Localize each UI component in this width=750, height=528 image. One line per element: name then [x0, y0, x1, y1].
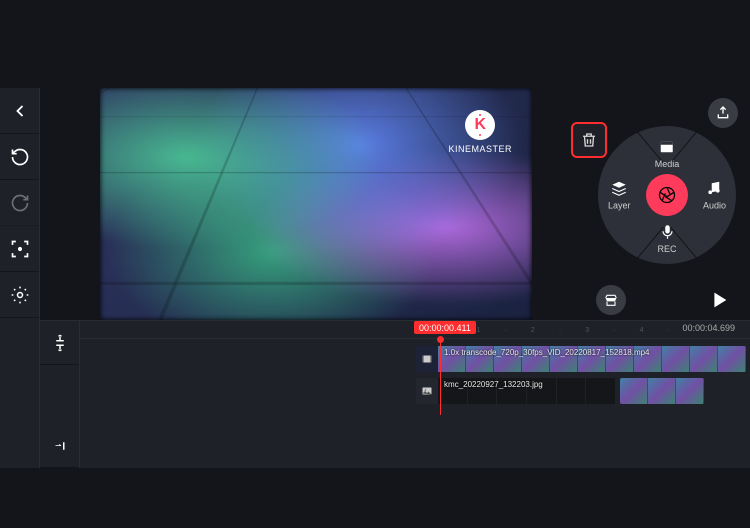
right-controls: Media Audio REC Layer — [582, 88, 750, 320]
wheel-layer-label: Layer — [608, 201, 631, 211]
redo-button[interactable] — [0, 180, 39, 226]
play-button[interactable] — [702, 283, 736, 317]
timeline-jump-button[interactable] — [40, 424, 79, 468]
store-button[interactable] — [596, 285, 626, 315]
wheel-layer-button[interactable]: Layer — [608, 180, 631, 211]
left-toolbar — [0, 88, 40, 468]
action-wheel: Media Audio REC Layer — [598, 126, 736, 264]
wheel-rec-label: REC — [657, 244, 676, 254]
export-button[interactable] — [708, 98, 738, 128]
kinemaster-logo-icon: K — [465, 110, 495, 140]
watermark-brand: KINEMASTER — [448, 144, 512, 154]
watermark: K KINEMASTER — [448, 110, 512, 154]
video-clip-icon — [416, 346, 438, 372]
wheel-audio-button[interactable]: Audio — [703, 180, 726, 211]
video-preview[interactable]: K KINEMASTER — [100, 88, 532, 320]
capture-button[interactable] — [0, 226, 39, 272]
image-clip-icon — [416, 378, 438, 404]
audio-icon — [705, 180, 723, 198]
ruler-marks: ·1·2·3·4· — [450, 327, 670, 333]
mic-icon — [658, 223, 676, 241]
undo-button[interactable] — [0, 134, 39, 180]
store-icon — [603, 292, 619, 308]
wheel-center-button[interactable] — [646, 174, 688, 216]
timeline-toolbar — [40, 321, 80, 468]
video-clip[interactable]: 1.0x transcode_720p_30fps_VID_20220817_1… — [416, 346, 746, 372]
wheel-media-button[interactable]: Media — [655, 138, 680, 169]
play-icon — [708, 289, 730, 311]
settings-button[interactable] — [0, 272, 39, 318]
wheel-audio-label: Audio — [703, 201, 726, 211]
wheel-rec-button[interactable]: REC — [657, 223, 676, 254]
media-icon — [658, 138, 676, 156]
timeline-adjust-button[interactable] — [40, 321, 79, 365]
layer-icon — [610, 180, 628, 198]
total-time-label: 00:00:04.699 — [677, 321, 740, 334]
image-clip[interactable]: kmc_20220927_132203.jpg — [416, 378, 616, 404]
image-clip-extra[interactable] — [620, 378, 704, 404]
timeline[interactable]: 00:00:00.411 ·1·2·3·4· 00:00:04.699 1.0x… — [80, 321, 750, 468]
share-icon — [715, 105, 731, 121]
wheel-media-label: Media — [655, 159, 680, 169]
aperture-icon — [657, 185, 677, 205]
back-button[interactable] — [0, 88, 39, 134]
video-clip-label: 1.0x transcode_720p_30fps_VID_20220817_1… — [440, 348, 654, 357]
image-clip-label: kmc_20220927_132203.jpg — [440, 380, 547, 389]
